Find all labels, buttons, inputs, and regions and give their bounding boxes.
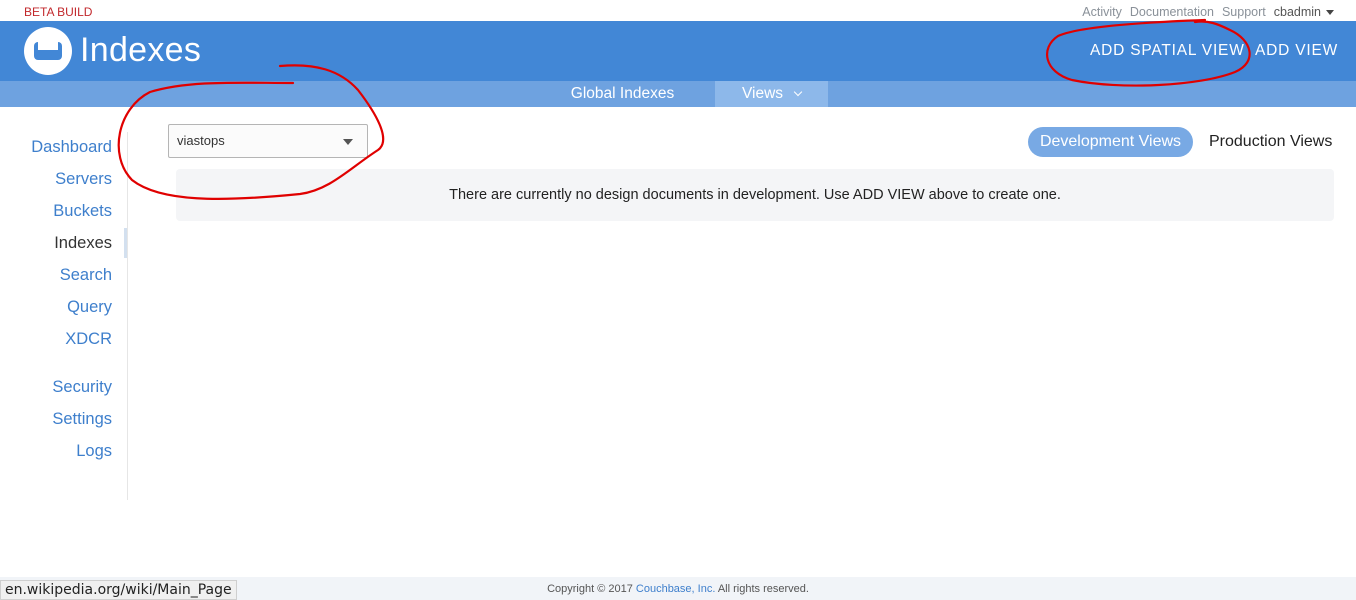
- bucket-select[interactable]: viastops: [168, 124, 368, 158]
- empty-state-message: There are currently no design documents …: [176, 169, 1334, 221]
- documentation-link[interactable]: Documentation: [1130, 5, 1214, 19]
- user-name: cbadmin: [1273, 5, 1321, 19]
- top-links: Activity Documentation Support cbadmin: [1082, 5, 1334, 19]
- bucket-select-value: viastops: [177, 133, 225, 148]
- tab-views[interactable]: Views: [715, 81, 828, 107]
- caret-down-icon: [1326, 10, 1334, 16]
- user-menu[interactable]: cbadmin: [1274, 5, 1334, 19]
- sidebar-item-buckets[interactable]: Buckets: [53, 202, 112, 221]
- active-indicator: [124, 228, 127, 258]
- couchbase-logo[interactable]: [24, 27, 72, 75]
- copyright-suffix: All rights reserved.: [717, 583, 809, 595]
- top-utility-bar: BETA BUILD Activity Documentation Suppor…: [0, 0, 1356, 21]
- sidebar-item-settings[interactable]: Settings: [52, 410, 112, 429]
- sidebar-item-logs[interactable]: Logs: [76, 442, 112, 461]
- sidebar-item-search[interactable]: Search: [60, 266, 112, 285]
- add-view-button[interactable]: ADD VIEW: [1255, 42, 1338, 60]
- chevron-down-icon: [793, 87, 803, 97]
- sidebar-nav: Dashboard Servers Buckets Indexes Search…: [0, 132, 128, 500]
- tab-global-indexes[interactable]: Global Indexes: [530, 81, 715, 107]
- add-spatial-view-button[interactable]: ADD SPATIAL VIEW: [1090, 42, 1245, 60]
- support-link[interactable]: Support: [1222, 5, 1266, 19]
- browser-status-url: en.wikipedia.org/wiki/Main_Page: [0, 580, 237, 600]
- development-views-toggle[interactable]: Development Views: [1028, 127, 1193, 157]
- sidebar-item-xdcr[interactable]: XDCR: [65, 330, 112, 349]
- sidebar-item-security[interactable]: Security: [52, 378, 112, 397]
- production-views-toggle[interactable]: Production Views: [1209, 127, 1332, 157]
- activity-link[interactable]: Activity: [1082, 5, 1122, 19]
- sidebar-item-servers[interactable]: Servers: [55, 170, 112, 189]
- beta-build-label: BETA BUILD: [24, 5, 93, 19]
- copyright-prefix: Copyright © 2017: [547, 583, 633, 595]
- tab-views-label: Views: [741, 85, 784, 102]
- page-title: Indexes: [80, 31, 202, 69]
- empty-state-text: There are currently no design documents …: [449, 187, 1061, 203]
- dropdown-arrow-icon: [343, 139, 353, 145]
- sidebar-item-indexes[interactable]: Indexes: [54, 234, 112, 253]
- tab-global-indexes-label: Global Indexes: [570, 85, 675, 102]
- couchbase-link[interactable]: Couchbase, Inc.: [636, 583, 716, 595]
- sidebar-item-dashboard[interactable]: Dashboard: [31, 138, 112, 157]
- index-subnav: Global Indexes Views: [0, 81, 1356, 107]
- sidebar-item-query[interactable]: Query: [67, 298, 112, 317]
- page-header: Indexes ADD SPATIAL VIEW ADD VIEW: [0, 21, 1356, 81]
